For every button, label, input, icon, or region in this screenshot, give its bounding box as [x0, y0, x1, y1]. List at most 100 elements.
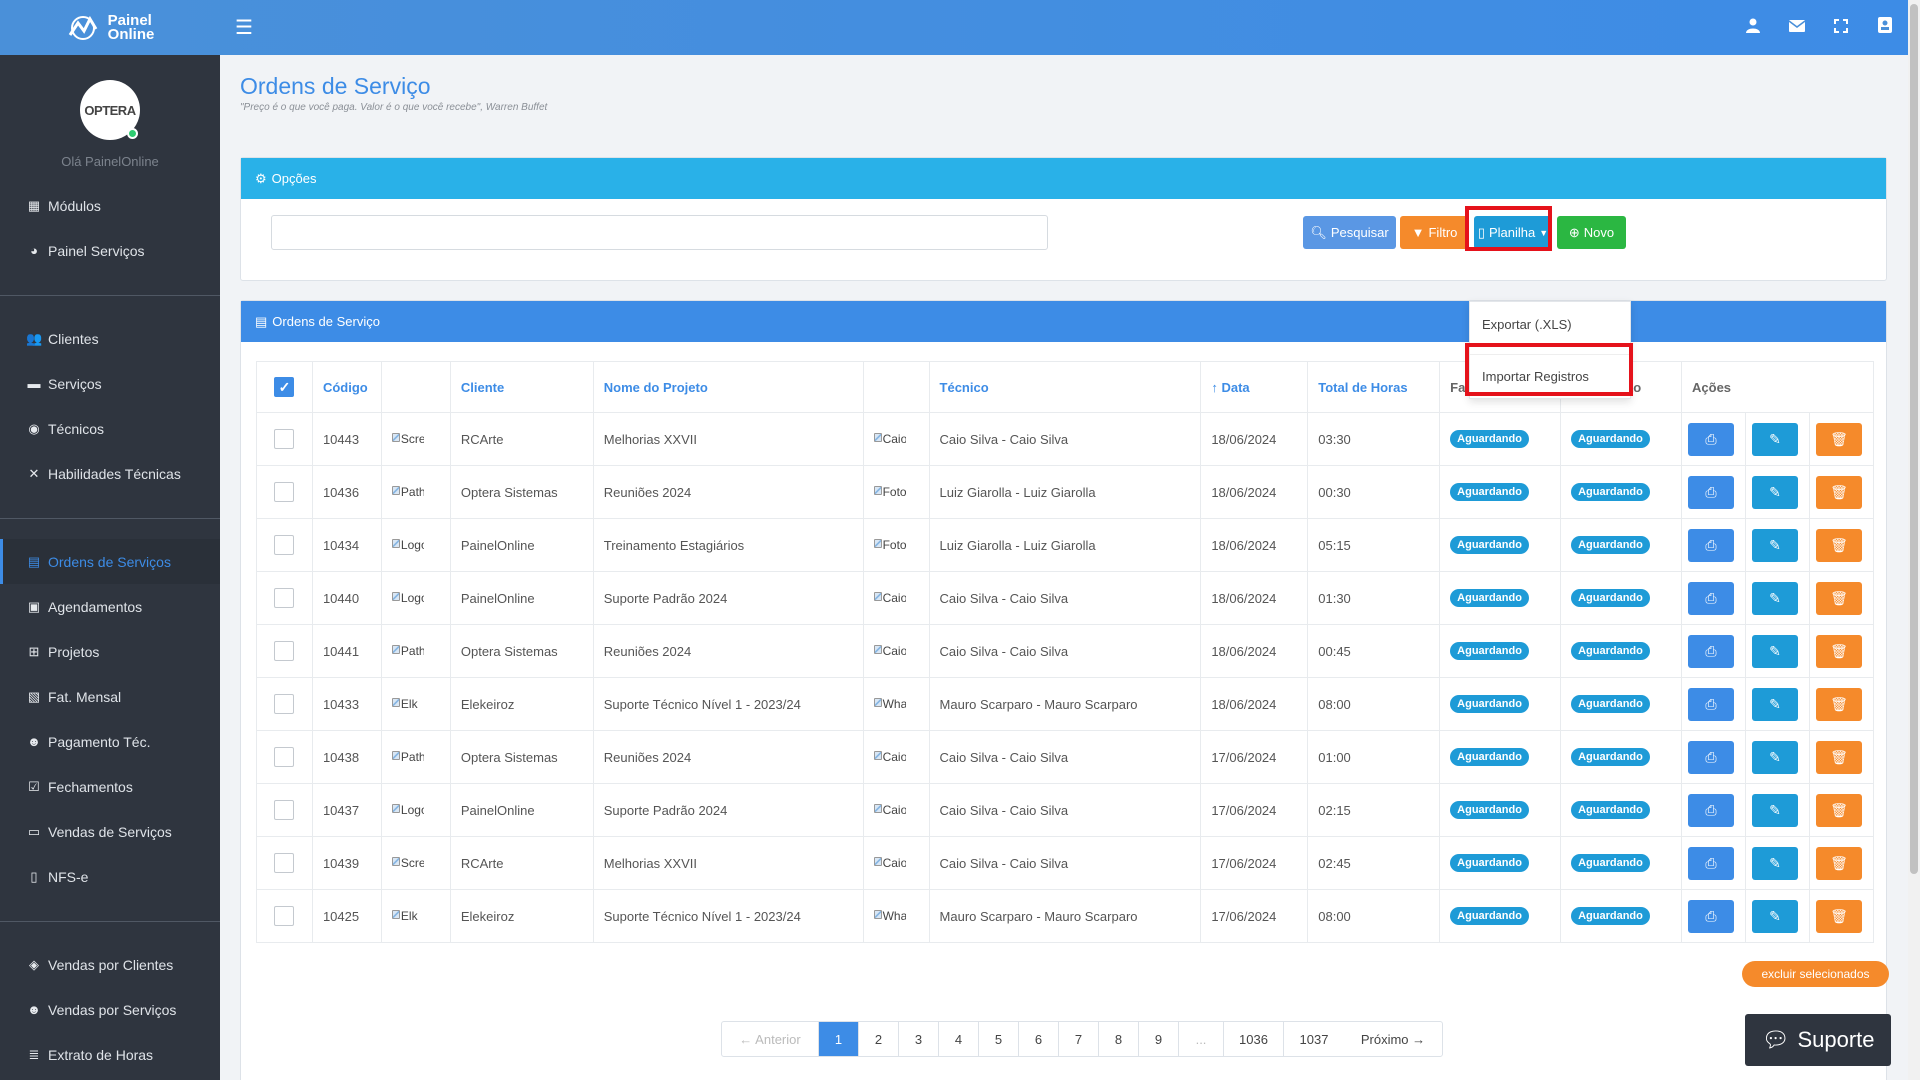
pagination-page[interactable]: 9: [1139, 1022, 1179, 1056]
edit-button[interactable]: ✎: [1751, 687, 1798, 721]
col-codigo[interactable]: Código: [311, 361, 382, 413]
col-projeto[interactable]: Nome do Projeto: [592, 361, 864, 413]
print-button[interactable]: ⎙: [1688, 846, 1735, 880]
print-button[interactable]: ⎙: [1688, 528, 1735, 562]
col-cliente[interactable]: Cliente: [449, 361, 594, 413]
row-checkbox[interactable]: [274, 641, 295, 661]
row-checkbox[interactable]: [274, 535, 295, 555]
pagination-page[interactable]: 4: [939, 1022, 979, 1056]
edit-button[interactable]: ✎: [1751, 899, 1798, 933]
table-row[interactable]: 10443 Scree RCArteMelhorias XXVII Caio Caio …: [256, 412, 1875, 466]
edit-button[interactable]: ✎: [1751, 475, 1798, 509]
table-row[interactable]: 10437 Logo PainelOnlineSuporte Padrão 2024…: [256, 783, 1875, 837]
fullscreen-icon[interactable]: [1832, 18, 1850, 38]
edit-button[interactable]: ✎: [1751, 740, 1798, 774]
print-button[interactable]: ⎙: [1688, 740, 1735, 774]
sidebar-item-painel-servicos[interactable]: ◕ Painel Serviços: [0, 228, 220, 273]
row-checkbox[interactable]: [274, 482, 295, 502]
delete-button[interactable]: 🗑︎: [1815, 846, 1862, 880]
table-row[interactable]: 10433 Elk Elekeiroz Suporte Técnico Nível 1…: [256, 677, 1875, 731]
col-tecnico[interactable]: Técnico: [928, 361, 1202, 413]
delete-button[interactable]: 🗑︎: [1815, 793, 1862, 827]
contact-card-icon[interactable]: [1876, 17, 1894, 38]
sidebar-item-agendamentos[interactable]: ▣ Agendamentos: [0, 584, 220, 629]
edit-button[interactable]: ✎: [1751, 422, 1798, 456]
row-checkbox[interactable]: [274, 588, 295, 608]
edit-button[interactable]: ✎: [1751, 581, 1798, 615]
sidebar-item-tecnicos[interactable]: ◉ Técnicos: [0, 406, 220, 451]
table-row[interactable]: 10438 Path1 Optera SistemasReuniões 2024 Ca…: [256, 730, 1875, 784]
delete-button[interactable]: 🗑︎: [1815, 899, 1862, 933]
avatar[interactable]: OPTERA: [80, 80, 140, 140]
pagination-next[interactable]: Próximo →: [1344, 1022, 1442, 1056]
sidebar-item-clientes[interactable]: 👥 Clientes: [0, 316, 220, 361]
sidebar-item-nfse[interactable]: ▯ NFS-e: [0, 854, 220, 899]
table-row[interactable]: 10425 Elk Elekeiroz Suporte Técnico Nível 1…: [256, 889, 1875, 943]
brand-logo[interactable]: Painel Online: [0, 0, 220, 55]
sidebar-item-projetos[interactable]: ⊞ Projetos: [0, 629, 220, 674]
delete-button[interactable]: 🗑︎: [1815, 422, 1862, 456]
table-row[interactable]: 10440 Logo PainelOnlineSuporte Padrão 2024…: [256, 571, 1875, 625]
sidebar-item-fechamentos[interactable]: ☑ Fechamentos: [0, 764, 220, 809]
delete-button[interactable]: 🗑︎: [1815, 740, 1862, 774]
delete-button[interactable]: 🗑︎: [1815, 528, 1862, 562]
print-button[interactable]: ⎙: [1688, 687, 1735, 721]
print-button[interactable]: ⎙: [1688, 475, 1735, 509]
table-row[interactable]: 10441 Path1 Optera SistemasReuniões 2024 Ca…: [256, 624, 1875, 678]
print-button[interactable]: ⎙: [1688, 899, 1735, 933]
search-button[interactable]: 🔍︎ Pesquisar: [1303, 216, 1396, 249]
pagination-page[interactable]: 7: [1059, 1022, 1099, 1056]
row-checkbox[interactable]: [274, 906, 295, 926]
sidebar-item-vendas-clientes[interactable]: ◈ Vendas por Clientes: [0, 942, 220, 987]
sidebar-item-habilidades[interactable]: ✕ Habilidades Técnicas: [0, 451, 220, 496]
delete-button[interactable]: 🗑︎: [1815, 475, 1862, 509]
sidebar-item-extrato-horas[interactable]: ≣ Extrato de Horas: [0, 1032, 220, 1077]
row-checkbox[interactable]: [274, 747, 295, 767]
search-input[interactable]: [271, 215, 1048, 250]
col-horas[interactable]: Total de Horas: [1307, 361, 1441, 413]
print-button[interactable]: ⎙: [1688, 422, 1735, 456]
sidebar-item-modulos[interactable]: ▦ Módulos: [0, 183, 220, 228]
table-row[interactable]: 10434 Logo PainelOnlineTreinamento Estagiá…: [256, 518, 1875, 572]
sidebar-item-servicos[interactable]: ▬ Serviços: [0, 361, 220, 406]
export-xls-menu-item[interactable]: Exportar (.XLS): [1470, 302, 1630, 346]
edit-button[interactable]: ✎: [1751, 793, 1798, 827]
select-all-checkbox[interactable]: ✓: [274, 377, 295, 397]
hamburger-icon[interactable]: ☰: [235, 15, 253, 40]
pagination-page[interactable]: 1: [819, 1022, 859, 1056]
table-row[interactable]: 10439 Scree RCArteMelhorias XXVII Caio Caio …: [256, 836, 1875, 890]
edit-button[interactable]: ✎: [1751, 846, 1798, 880]
sidebar-item-vendas-servicos[interactable]: ▭ Vendas de Serviços: [0, 809, 220, 854]
delete-selected-button[interactable]: excluir selecionados: [1742, 961, 1889, 987]
row-checkbox[interactable]: [274, 694, 295, 714]
user-icon[interactable]: [1744, 17, 1762, 38]
pagination-page[interactable]: 6: [1019, 1022, 1059, 1056]
row-checkbox[interactable]: [274, 800, 295, 820]
scrollbar-thumb[interactable]: [1910, 4, 1918, 874]
pagination-page[interactable]: 5: [979, 1022, 1019, 1056]
sidebar-item-vendas-por-servicos[interactable]: ☻ Vendas por Serviços: [0, 987, 220, 1032]
envelope-icon[interactable]: [1788, 18, 1806, 38]
delete-button[interactable]: 🗑︎: [1815, 581, 1862, 615]
delete-button[interactable]: 🗑︎: [1815, 634, 1862, 668]
pagination-page[interactable]: 1036: [1224, 1022, 1284, 1056]
support-button[interactable]: 💬︎ Suporte: [1745, 1014, 1891, 1066]
pagination-page[interactable]: 1037: [1284, 1022, 1344, 1056]
pagination-page[interactable]: 3: [899, 1022, 939, 1056]
edit-button[interactable]: ✎: [1751, 634, 1798, 668]
sidebar-item-ordens-servicos[interactable]: ▤ Ordens de Serviços: [0, 539, 220, 584]
sidebar-item-fat-mensal[interactable]: ▧ Fat. Mensal: [0, 674, 220, 719]
filter-button[interactable]: ▼ Filtro: [1400, 216, 1469, 249]
print-button[interactable]: ⎙: [1688, 793, 1735, 827]
pagination-prev[interactable]: ← Anterior: [722, 1022, 819, 1056]
row-checkbox[interactable]: [274, 853, 295, 873]
pagination-page[interactable]: 2: [859, 1022, 899, 1056]
new-button[interactable]: ⊕ Novo: [1557, 216, 1626, 249]
print-button[interactable]: ⎙: [1688, 634, 1735, 668]
sidebar-item-pagamento-tec[interactable]: ☻ Pagamento Téc.: [0, 719, 220, 764]
col-data[interactable]: ↑ Data: [1200, 361, 1309, 413]
table-row[interactable]: 10436 Path1 Optera SistemasReuniões 2024 Fo…: [256, 465, 1875, 519]
page-scrollbar[interactable]: [1908, 0, 1920, 1080]
delete-button[interactable]: 🗑︎: [1815, 687, 1862, 721]
row-checkbox[interactable]: [274, 429, 295, 449]
